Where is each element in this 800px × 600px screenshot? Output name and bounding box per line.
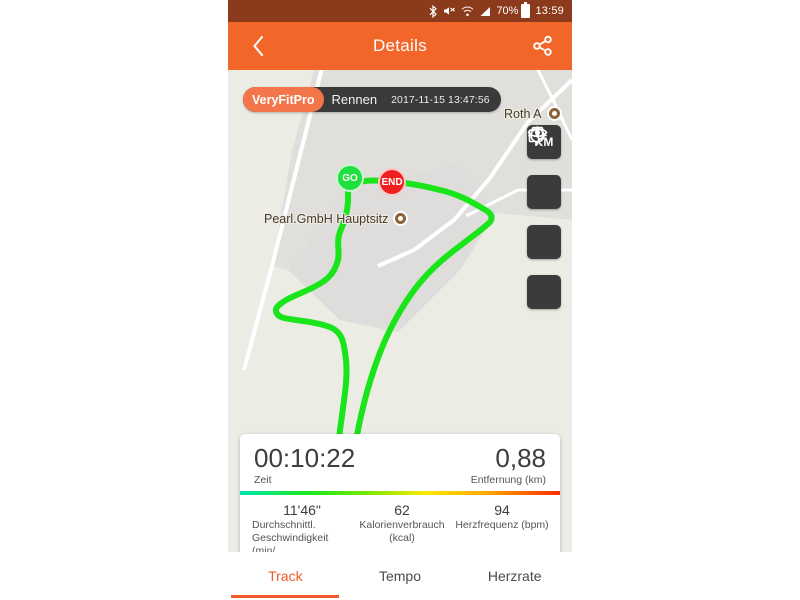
signal-icon <box>479 6 491 17</box>
stat-time-value: 00:10:22 <box>254 443 356 473</box>
stat-calories-caption-2: (kcal) <box>389 532 415 544</box>
stat-heartrate-value: 94 <box>494 502 510 518</box>
mute-icon <box>443 5 456 17</box>
share-button[interactable] <box>526 22 560 70</box>
activity-type: Rennen <box>331 92 378 107</box>
stat-pace-value: 11'46" <box>283 502 321 518</box>
stat-distance-caption: Entfernung (km) <box>470 474 546 486</box>
poi-pearl-gmbh[interactable]: Pearl.GmbH Hauptsitz <box>264 211 409 226</box>
stat-pace-caption-1: Durchschnittl. <box>252 519 316 531</box>
poi-label: Roth A <box>504 106 542 121</box>
poi-label: Pearl.GmbH Hauptsitz <box>264 211 389 226</box>
status-bar: 70% 13:59 <box>228 0 572 22</box>
wifi-icon <box>461 6 474 17</box>
activity-badge: VeryFitPro Rennen 2017-11-15 13:47:56 <box>243 87 501 112</box>
stat-distance: 0,88 Entfernung (km) <box>471 443 546 486</box>
tab-tempo[interactable]: Tempo <box>343 552 458 600</box>
stat-heartrate: 94 Herzfrequenz (bpm) <box>452 501 552 558</box>
bottom-tabbar: Track Tempo Herzrate <box>228 552 572 600</box>
battery-icon <box>521 2 531 18</box>
phone-screen: 70% 13:59 Details VeryFitPro Rennen 2017… <box>228 0 572 600</box>
back-button[interactable] <box>242 22 274 70</box>
stat-calories: 62 Kalorienverbrauch (kcal) <box>352 501 452 558</box>
activity-timestamp: 2017-11-15 13:47:56 <box>391 93 490 106</box>
stat-heartrate-caption-1: Herzfrequenz (bpm) <box>455 519 549 531</box>
stat-time-caption: Zeit <box>254 474 272 486</box>
stat-distance-value: 0,88 <box>495 443 546 473</box>
poi-marker-icon <box>393 211 409 226</box>
stat-calories-value: 62 <box>394 502 410 518</box>
visibility-button[interactable] <box>527 127 561 309</box>
stat-calories-caption-1: Kalorienverbrauch <box>359 519 445 531</box>
battery-percent: 70% <box>496 4 519 17</box>
poi-roth-a[interactable]: Roth A <box>504 106 562 121</box>
tab-track[interactable]: Track <box>228 552 343 600</box>
battery-label: 70% <box>496 2 531 18</box>
app-header: Details <box>228 22 572 70</box>
page-title: Details <box>372 36 428 55</box>
map-controls: KM <box>527 125 561 309</box>
eye-icon <box>527 127 548 138</box>
poi-marker-icon <box>546 106 562 121</box>
bluetooth-icon <box>429 4 438 18</box>
layers-button[interactable] <box>527 126 561 209</box>
stat-pace: 11'46" Durchschnittl. Geschwindigkeit (m… <box>248 501 352 558</box>
stats-card: 00:10:22 Zeit 0,88 Entfernung (km) 11'46… <box>240 434 560 566</box>
locate-button[interactable] <box>527 126 561 259</box>
track-end-marker[interactable]: END <box>378 168 406 196</box>
track-start-marker[interactable]: GO <box>336 164 364 192</box>
tab-herzrate[interactable]: Herzrate <box>457 552 572 600</box>
brand-chip: VeryFitPro <box>243 87 324 112</box>
stat-time: 00:10:22 Zeit <box>254 443 355 486</box>
clock-label: 13:59 <box>535 4 564 17</box>
primary-stats-row: 00:10:22 Zeit 0,88 Entfernung (km) <box>240 434 560 491</box>
